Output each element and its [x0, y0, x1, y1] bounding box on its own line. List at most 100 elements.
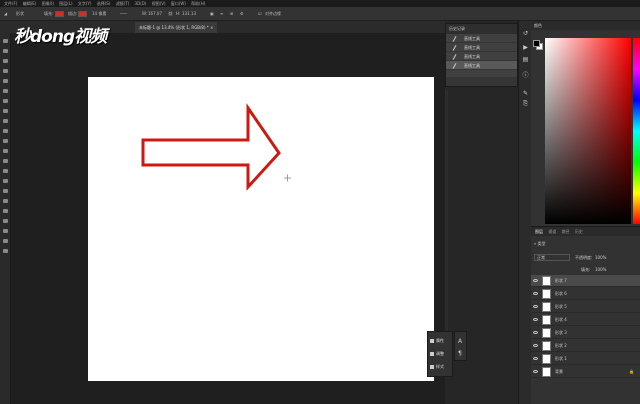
stroke-type-select[interactable]: ───: [120, 7, 127, 20]
document-tab[interactable]: 未标题-1 @ 13.4% (形状 1, RGB/8) * ×: [135, 22, 218, 33]
eye-icon[interactable]: [533, 344, 538, 347]
tool-icon[interactable]: [3, 189, 8, 193]
fill-swatch[interactable]: [55, 11, 64, 17]
path-arrange-icon[interactable]: ⊞: [230, 7, 233, 20]
history-item[interactable]: 直线工具: [446, 34, 517, 43]
tool-icon[interactable]: [3, 209, 8, 213]
tab-paths[interactable]: 路径: [562, 229, 570, 234]
layer-fill-field[interactable]: 100%: [595, 267, 606, 272]
history-icon[interactable]: ↺: [522, 31, 529, 37]
tool-icon[interactable]: [3, 39, 8, 43]
brush-icon[interactable]: ✎: [522, 91, 529, 97]
menu-image[interactable]: 图像(I): [42, 1, 54, 6]
adjustments-item[interactable]: 调整: [430, 349, 452, 358]
layer-row[interactable]: 形状 6: [531, 288, 640, 300]
tool-icon[interactable]: [3, 109, 8, 113]
layer-row[interactable]: 形状 2: [531, 340, 640, 352]
tab-layers[interactable]: 图层: [535, 229, 543, 234]
menu-help[interactable]: 帮助(H): [191, 1, 205, 6]
tool-icon[interactable]: [3, 199, 8, 203]
foreground-swatch[interactable]: [533, 40, 540, 47]
styles-item[interactable]: 样式: [430, 362, 452, 371]
path-align-icon[interactable]: ≡: [220, 7, 223, 20]
tool-icon[interactable]: [3, 59, 8, 63]
history-footer: [446, 77, 517, 86]
tool-icon[interactable]: [3, 159, 8, 163]
menu-3d[interactable]: 3D(D): [135, 1, 147, 6]
eye-icon[interactable]: [533, 318, 538, 321]
arrow-shape[interactable]: [141, 103, 281, 191]
paragraph-icon[interactable]: ¶: [458, 350, 462, 357]
tool-icon[interactable]: [3, 219, 8, 223]
layer-row[interactable]: 形状 5: [531, 301, 640, 313]
gear-icon[interactable]: ⚙: [240, 7, 244, 20]
tool-icon[interactable]: [3, 119, 8, 123]
eye-icon[interactable]: [533, 357, 538, 360]
menu-type[interactable]: 文字(Y): [78, 1, 92, 6]
tool-icon[interactable]: [3, 169, 8, 173]
tool-icon[interactable]: [3, 69, 8, 73]
shape-mode-select[interactable]: 形状: [16, 7, 24, 20]
layer-row[interactable]: 形状 3: [531, 327, 640, 339]
tool-icon[interactable]: [3, 239, 8, 243]
tool-icon[interactable]: [3, 139, 8, 143]
tab-channels[interactable]: 通道: [548, 229, 556, 234]
menu-edit[interactable]: 编辑(E): [23, 1, 37, 6]
stroke-width-field[interactable]: 14 像素: [92, 7, 106, 20]
actions-icon[interactable]: ▶: [522, 45, 529, 51]
tool-icon[interactable]: [3, 99, 8, 103]
fg-bg-swatches[interactable]: [533, 40, 543, 50]
eye-icon[interactable]: [533, 279, 538, 282]
width-field[interactable]: 167.07: [148, 7, 162, 20]
path-ops-icon[interactable]: ▣: [210, 7, 214, 20]
history-item[interactable]: 直线工具: [446, 43, 517, 52]
menu-file[interactable]: 文件(F): [4, 1, 17, 6]
menu-layer[interactable]: 图层(L): [59, 1, 72, 6]
styles-label: 样式: [436, 364, 444, 369]
clone-source-icon[interactable]: ⎘: [522, 101, 529, 107]
menu-select[interactable]: 选择(S): [97, 1, 111, 6]
eye-icon[interactable]: [533, 331, 538, 334]
history-item-selected[interactable]: 直线工具: [446, 61, 517, 70]
opacity-field[interactable]: 100%: [595, 255, 606, 260]
eye-icon[interactable]: [533, 305, 538, 308]
tool-icon[interactable]: [3, 229, 8, 233]
search-icon: ⌕: [534, 241, 537, 246]
tool-icon[interactable]: [3, 249, 8, 253]
layer-row[interactable]: 背景 🔒: [531, 366, 640, 378]
align-edges-checkbox[interactable]: ☑: [258, 7, 262, 20]
layer-name: 形状 4: [555, 317, 567, 322]
tool-icon[interactable]: [3, 149, 8, 153]
character-icon[interactable]: A: [458, 338, 462, 345]
eye-icon[interactable]: [533, 292, 538, 295]
eye-icon[interactable]: [533, 370, 538, 373]
info-icon[interactable]: ⓘ: [522, 73, 529, 79]
layer-row[interactable]: 形状 7: [531, 275, 640, 287]
tab-history[interactable]: 历史: [575, 229, 583, 234]
layer-kind-filter[interactable]: ⌕ 类型: [534, 241, 546, 247]
menu-view[interactable]: 视图(V): [152, 1, 166, 6]
tool-preset-icon[interactable]: ◢: [4, 7, 7, 20]
menu-window[interactable]: 窗口(W): [171, 1, 186, 6]
link-icon[interactable]: ⛓: [168, 7, 173, 20]
layer-row[interactable]: 形状 1: [531, 353, 640, 365]
stroke-swatch[interactable]: [78, 11, 87, 17]
tool-icon[interactable]: [3, 79, 8, 83]
layer-row[interactable]: 形状 4: [531, 314, 640, 326]
vertical-scrollbar[interactable]: [445, 90, 448, 330]
document-canvas[interactable]: [88, 77, 434, 381]
properties-item[interactable]: 属性: [430, 336, 452, 345]
height-field[interactable]: 131.13: [182, 7, 196, 20]
hue-slider[interactable]: [633, 38, 640, 224]
tool-icon[interactable]: [3, 129, 8, 133]
close-icon[interactable]: ×: [210, 25, 213, 30]
color-picker-field[interactable]: [545, 38, 631, 224]
tool-icon[interactable]: [3, 89, 8, 93]
blend-mode-select[interactable]: 正常: [534, 254, 570, 261]
tool-icon[interactable]: [3, 49, 8, 53]
tool-icon[interactable]: [3, 179, 8, 183]
menu-filter[interactable]: 滤镜(T): [116, 1, 130, 6]
histogram-icon[interactable]: ▤: [522, 57, 529, 63]
width-label: W:: [142, 11, 148, 16]
history-item[interactable]: 直线工具: [446, 52, 517, 61]
